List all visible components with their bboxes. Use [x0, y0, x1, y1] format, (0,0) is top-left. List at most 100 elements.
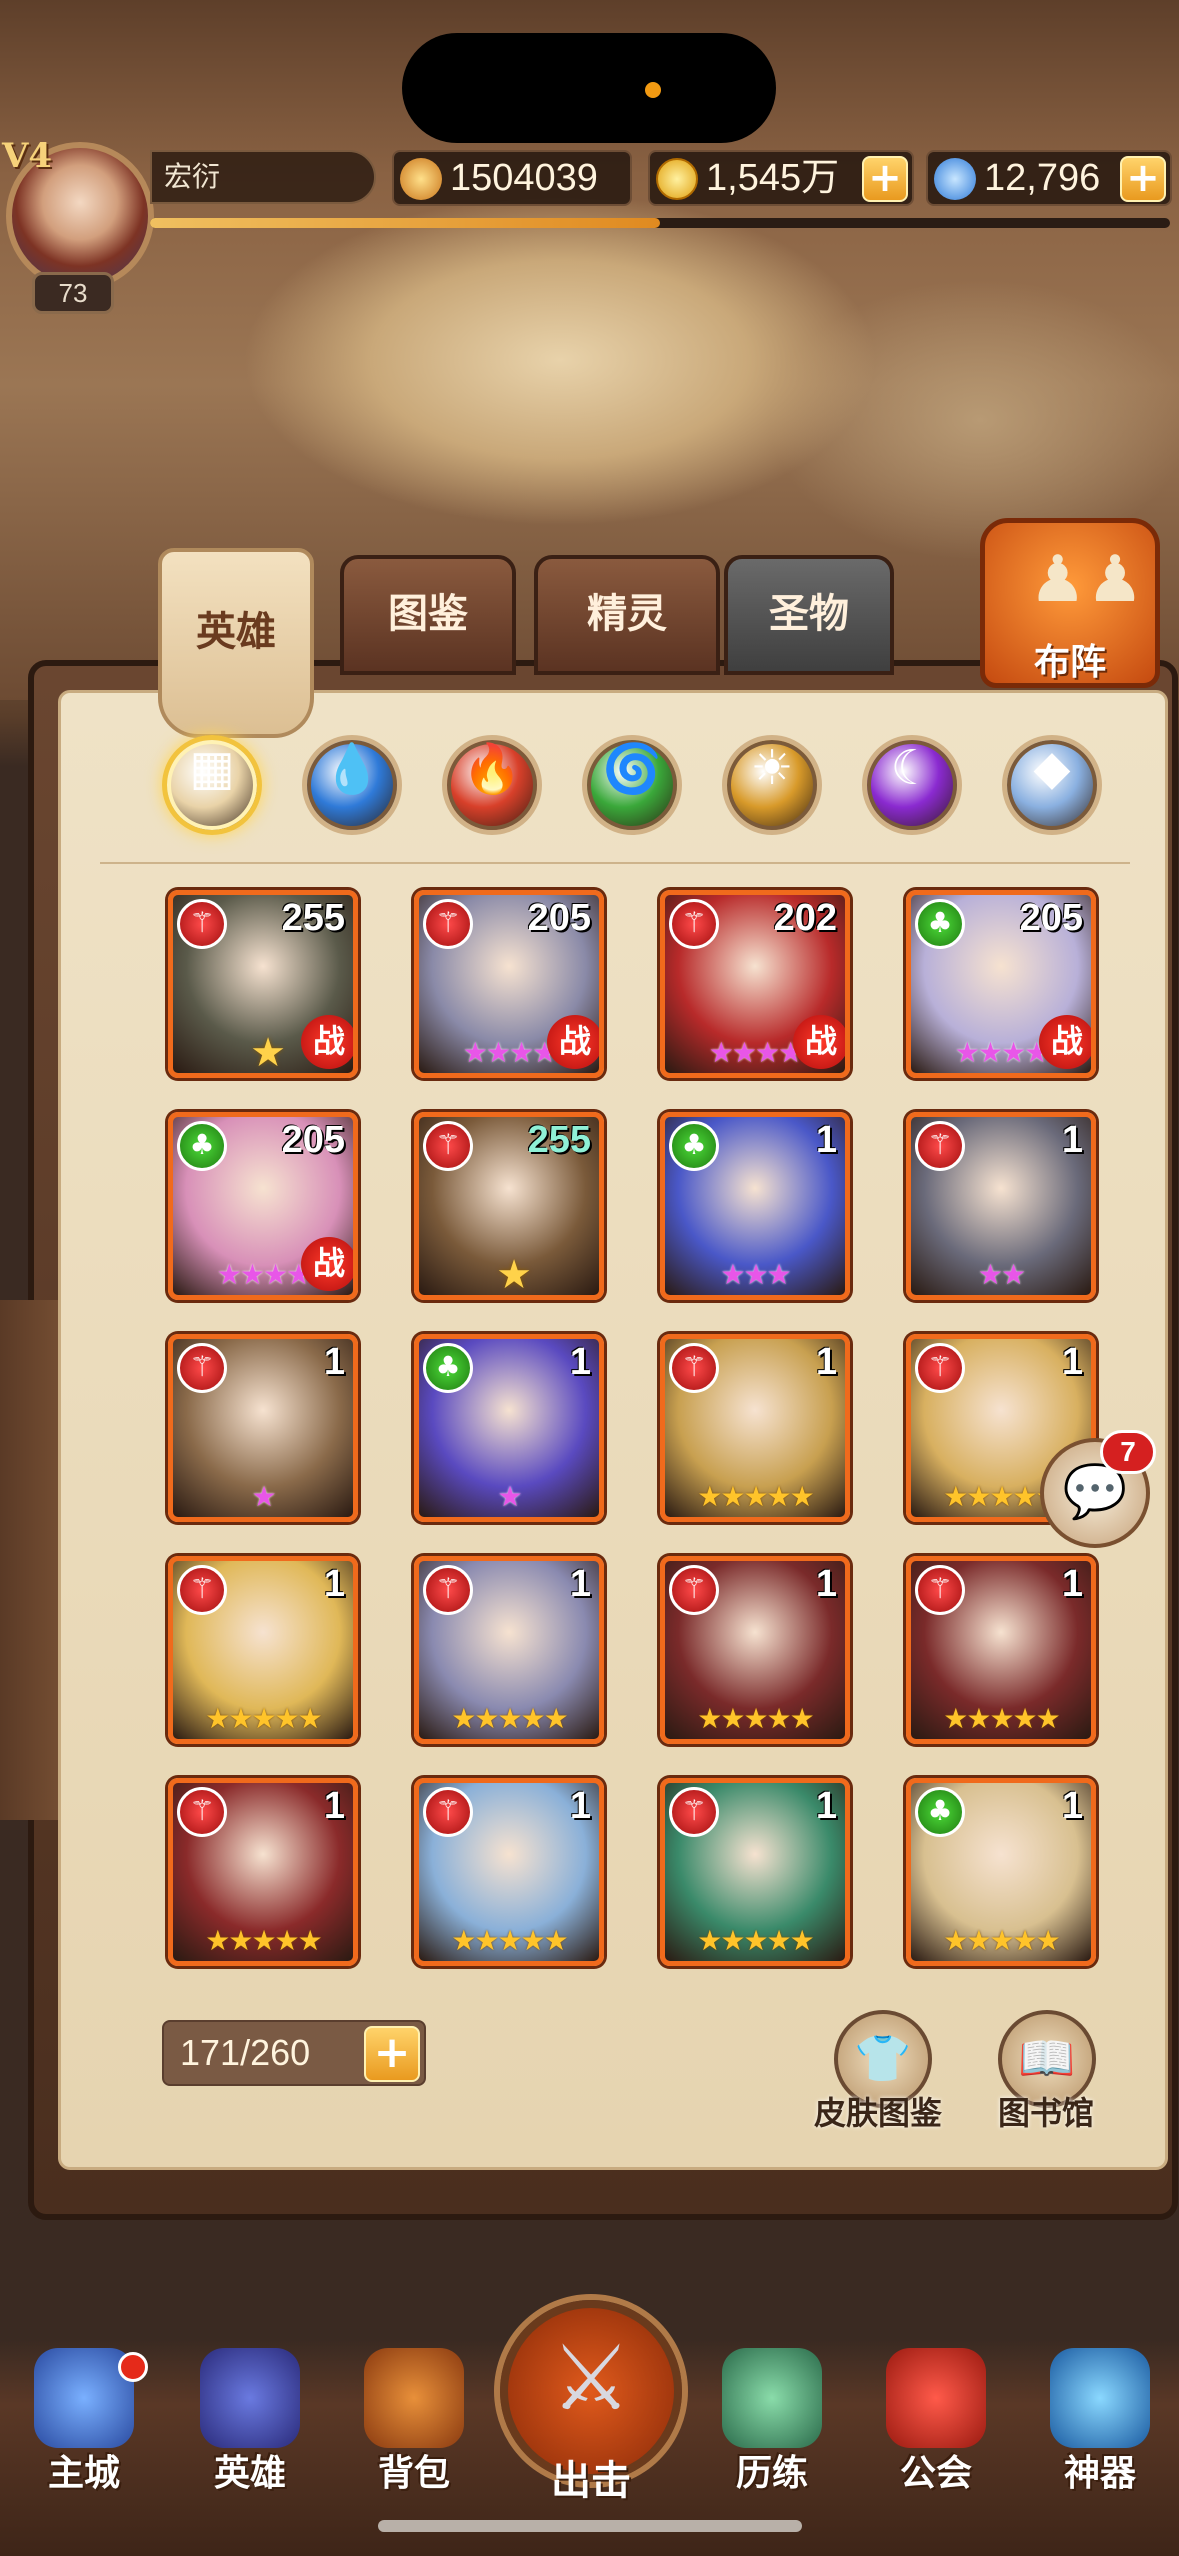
chess-pieces-icon: ♟♟ — [1029, 543, 1144, 617]
gold-display: 1,545万 + — [648, 150, 914, 206]
add-diamond-button[interactable]: + — [1120, 156, 1166, 202]
hero-stars: ★ — [251, 1480, 276, 1513]
hero-card[interactable]: ♣ 1 ★ — [414, 1334, 604, 1522]
backpack-icon — [364, 2348, 464, 2448]
wind-faction-icon: ♣ — [669, 1121, 719, 1171]
hero-level: 1 — [1061, 1785, 1083, 1827]
nav-backpack[interactable]: 背包 — [344, 2340, 484, 2494]
hero-card[interactable]: ⚚ 202 ★★★★ 战 — [660, 890, 850, 1078]
hero-card[interactable]: ⚚ 205 ★★★★ 战 — [414, 890, 604, 1078]
crossed-swords-icon — [400, 158, 442, 200]
hero-card[interactable]: ♣ 1 ★★★ — [660, 1112, 850, 1300]
hero-card[interactable]: ⚚ 1 ★★★★★ — [660, 1334, 850, 1522]
hero-card[interactable]: ⚚ 1 ★★★★★ — [168, 1778, 358, 1966]
hero-card[interactable]: ♣ 205 ★★★★ 战 — [168, 1112, 358, 1300]
element-filter-void[interactable]: ◆ — [1002, 735, 1102, 835]
hero-card[interactable]: ⚚ 1 ★★ — [906, 1112, 1096, 1300]
diamond-value: 12,796 — [984, 157, 1101, 199]
tab-heroes[interactable]: 英雄 — [158, 548, 314, 738]
helmet-icon — [200, 2348, 300, 2448]
hero-level: 205 — [527, 897, 591, 939]
hero-card[interactable]: ⚚ 1 ★★★★★ — [906, 1556, 1096, 1744]
hero-grid: ⚚ 255 ★ 战 ⚚ 205 ★★★★ 战 ⚚ 202 ★★★★ 战 ♣ 205 ★★★★ 战 ♣ 205 ★★★… — [168, 890, 1098, 1980]
formation-button[interactable]: ♟♟ 布阵 — [980, 518, 1160, 688]
in-battle-badge: 战 — [301, 1237, 353, 1291]
hero-card[interactable]: ⚚ 1 ★★★★★ — [660, 1556, 850, 1744]
nav-training[interactable]: 历练 — [702, 2340, 842, 2494]
hero-card[interactable]: ⚚ 1 ★★★★★ — [660, 1778, 850, 1966]
hero-level: 205 — [281, 1119, 345, 1161]
gold-coin-icon — [656, 158, 698, 200]
fire-faction-icon: ⚚ — [177, 1565, 227, 1615]
element-filter-water[interactable]: 💧 — [302, 735, 402, 835]
hero-stars: ★★★★★ — [451, 1924, 569, 1957]
player-level: 73 — [32, 272, 114, 314]
nav-heroes[interactable]: 英雄 — [180, 2340, 320, 2494]
fire-element-icon: 🔥 — [462, 741, 522, 797]
hero-level: 1 — [569, 1341, 591, 1383]
hero-card[interactable]: ⚚ 255 ★ 战 — [168, 890, 358, 1078]
expand-slots-button[interactable]: + — [364, 2026, 420, 2082]
nav-heroes-label: 英雄 — [213, 2453, 286, 2494]
dark-element-icon: ☾ — [890, 740, 934, 796]
nav-main-city-label: 主城 — [47, 2453, 120, 2494]
hero-level: 255 — [281, 897, 345, 939]
guild-banner-icon — [886, 2348, 986, 2448]
nav-guild[interactable]: 公会 — [866, 2340, 1006, 2494]
awakened-crest-icon: ★ — [496, 1252, 532, 1298]
device-notch — [402, 33, 776, 143]
tab-relics[interactable]: 圣物 — [724, 555, 894, 675]
element-filter-dark[interactable]: ☾ — [862, 735, 962, 835]
hero-card[interactable]: ⚚ 1 ★★★★★ — [414, 1556, 604, 1744]
hero-card[interactable]: ⚚ 255 ★ — [414, 1112, 604, 1300]
element-filter-light[interactable]: ☀ — [722, 735, 822, 835]
power-display: 1504039 — [392, 150, 632, 206]
fire-faction-icon: ⚚ — [423, 1121, 473, 1171]
diamond-icon — [934, 158, 976, 200]
hero-stars: ★★★★★ — [205, 1702, 323, 1735]
nav-backpack-label: 背包 — [377, 2453, 450, 2494]
home-indicator — [378, 2520, 802, 2532]
player-name: 宏衍 — [150, 150, 376, 204]
hero-stars: ★★★★★ — [943, 1702, 1061, 1735]
element-filter-bar: ▦ 💧 🔥 🌀 ☀ ☾ ◆ — [162, 735, 1112, 855]
hero-card[interactable]: ⚚ 1 ★★★★★ — [414, 1778, 604, 1966]
in-battle-badge: 战 — [793, 1015, 845, 1069]
player-avatar-block[interactable]: V4 73 — [0, 136, 160, 315]
nav-artifact-label: 神器 — [1063, 2453, 1136, 2494]
wind-faction-icon: ♣ — [423, 1343, 473, 1393]
hero-stars: ★★ — [977, 1258, 1026, 1291]
element-filter-all[interactable]: ▦ — [162, 735, 262, 835]
fire-faction-icon: ⚚ — [423, 1565, 473, 1615]
hero-level: 1 — [323, 1785, 345, 1827]
in-battle-badge: 战 — [547, 1015, 599, 1069]
nav-artifact[interactable]: 神器 — [1030, 2340, 1170, 2494]
wind-element-icon: 🌀 — [602, 741, 662, 797]
all-element-icon: ▦ — [189, 740, 235, 796]
fire-faction-icon: ⚚ — [669, 1565, 719, 1615]
element-filter-wind[interactable]: 🌀 — [582, 735, 682, 835]
library-label: 图书馆 — [998, 2094, 1095, 2132]
diamond-display: 12,796 + — [926, 150, 1172, 206]
hero-stars: ★★★★★ — [451, 1702, 569, 1735]
fire-faction-icon: ⚚ — [915, 1343, 965, 1393]
attack-button[interactable]: ⚔ 出击 — [500, 2300, 682, 2504]
fire-faction-icon: ⚚ — [423, 1787, 473, 1837]
hero-stars: ★★★★★ — [697, 1480, 815, 1513]
tab-codex[interactable]: 图鉴 — [340, 555, 516, 675]
hero-stars: ★★★ — [720, 1258, 791, 1291]
hero-level: 205 — [1019, 897, 1083, 939]
fire-faction-icon: ⚚ — [669, 899, 719, 949]
hero-card[interactable]: ♣ 1 ★★★★★ — [906, 1778, 1096, 1966]
skin-collection-label: 皮肤图鉴 — [814, 2094, 943, 2132]
tab-spirits[interactable]: 精灵 — [534, 555, 720, 675]
hero-card[interactable]: ⚚ 1 ★ — [168, 1334, 358, 1522]
vip-badge: V4 — [2, 136, 53, 176]
hero-card[interactable]: ♣ 205 ★★★★ 战 — [906, 890, 1096, 1078]
fire-faction-icon: ⚚ — [177, 1343, 227, 1393]
book-icon: 📖 — [1018, 2031, 1076, 2085]
hero-card[interactable]: ⚚ 1 ★★★★★ — [168, 1556, 358, 1744]
element-filter-fire[interactable]: 🔥 — [442, 735, 542, 835]
fire-faction-icon: ⚚ — [177, 899, 227, 949]
add-gold-button[interactable]: + — [862, 156, 908, 202]
